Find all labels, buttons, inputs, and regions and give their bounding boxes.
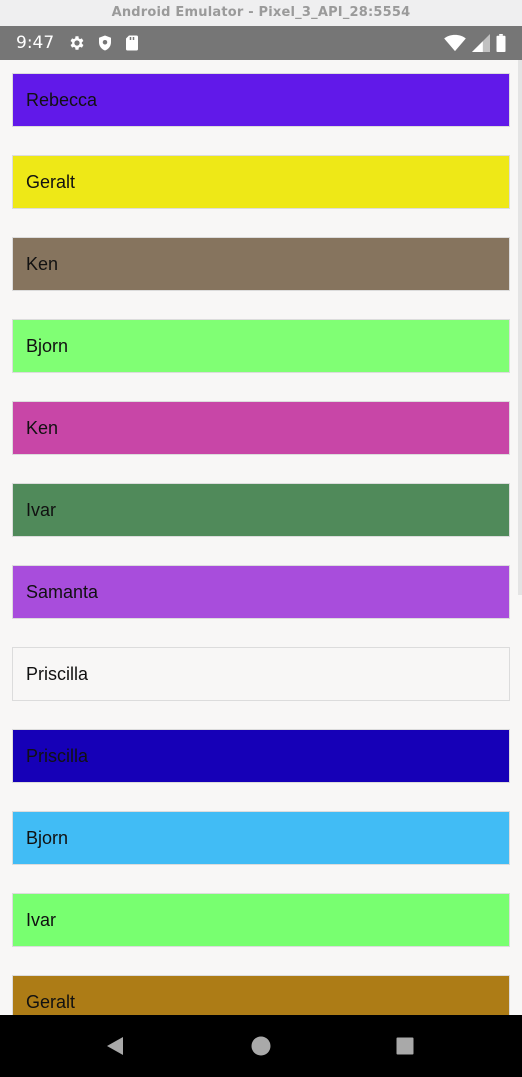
list-item-label: Bjorn xyxy=(26,335,69,356)
list-item-label: Priscilla xyxy=(26,745,89,766)
list-item-label: Rebecca xyxy=(26,89,98,110)
scrollbar[interactable] xyxy=(518,60,522,595)
status-bar: 9:47 xyxy=(0,26,522,60)
status-system-icons xyxy=(444,34,506,52)
list-item[interactable]: Geralt xyxy=(12,155,510,209)
list-item-label: Priscilla xyxy=(26,663,89,684)
back-button[interactable] xyxy=(101,1033,127,1059)
list-item[interactable]: Priscilla xyxy=(12,729,510,783)
list-item-label: Ivar xyxy=(26,909,57,930)
status-notification-icons xyxy=(68,34,140,52)
name-list[interactable]: Rebecca Geralt Ken Bjorn Ken Ivar Samanta Prisc… xyxy=(12,73,510,1015)
sd-card-icon xyxy=(124,34,140,52)
list-item-label: Ken xyxy=(26,417,59,438)
battery-icon xyxy=(496,34,506,52)
list-item[interactable]: Geralt xyxy=(12,975,510,1015)
list-item[interactable]: Bjorn xyxy=(12,811,510,865)
app-content[interactable]: Rebecca Geralt Ken Bjorn Ken Ivar Samanta Prisc… xyxy=(0,60,522,1015)
list-item-label: Geralt xyxy=(26,991,76,1012)
list-item[interactable]: Priscilla xyxy=(12,647,510,701)
emulator-window-title: Android Emulator - Pixel_3_API_28:5554 xyxy=(0,0,522,26)
list-item-label: Ken xyxy=(26,253,59,274)
back-icon xyxy=(107,1037,123,1055)
recents-icon xyxy=(396,1037,414,1055)
list-item-label: Bjorn xyxy=(26,827,69,848)
shield-icon xyxy=(96,34,114,52)
list-item-label: Geralt xyxy=(26,171,76,192)
list-item[interactable]: Ivar xyxy=(12,893,510,947)
list-item-label: Samanta xyxy=(26,581,99,602)
home-button[interactable] xyxy=(248,1033,274,1059)
list-item[interactable]: Rebecca xyxy=(12,73,510,127)
navigation-bar xyxy=(0,1015,522,1077)
list-item[interactable]: Ken xyxy=(12,237,510,291)
status-time: 9:47 xyxy=(16,33,55,53)
list-item[interactable]: Bjorn xyxy=(12,319,510,373)
signal-icon xyxy=(472,34,490,52)
list-item[interactable]: Samanta xyxy=(12,565,510,619)
home-icon xyxy=(251,1036,271,1056)
list-item-label: Ivar xyxy=(26,499,57,520)
list-item[interactable]: Ken xyxy=(12,401,510,455)
gear-icon xyxy=(68,34,86,52)
list-item[interactable]: Ivar xyxy=(12,483,510,537)
recents-button[interactable] xyxy=(392,1033,418,1059)
wifi-icon xyxy=(444,34,466,52)
